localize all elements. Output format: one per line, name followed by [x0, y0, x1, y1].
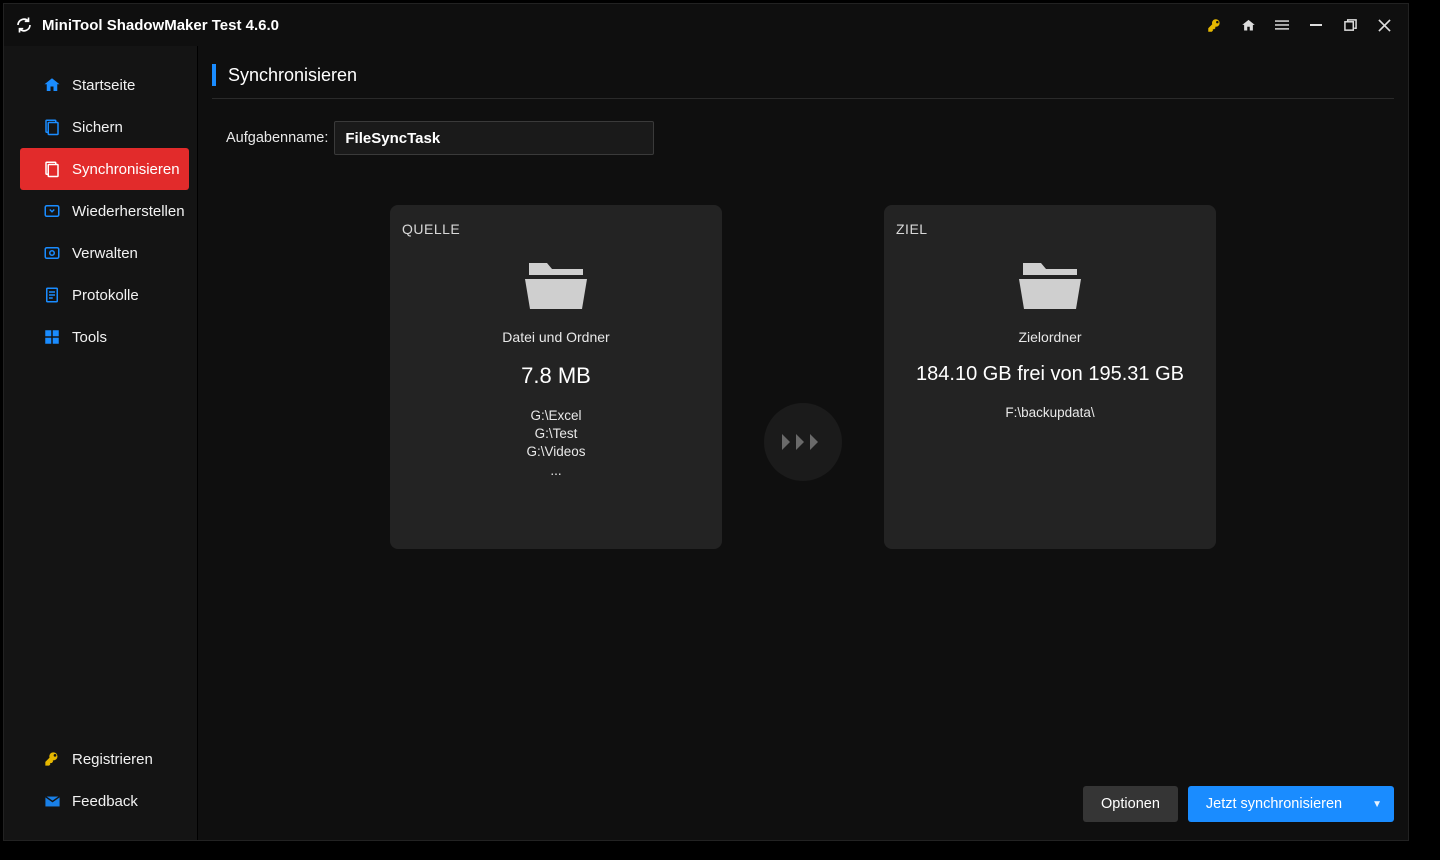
app-logo-icon — [14, 15, 34, 35]
sidebar-item-label: Sichern — [72, 119, 123, 136]
sidebar-feedback[interactable]: Feedback — [4, 780, 197, 822]
sync-icon — [42, 159, 62, 179]
sidebar-item-label: Synchronisieren — [72, 161, 180, 178]
target-free-space: 184.10 GB frei von 195.31 GB — [916, 363, 1184, 386]
app-window: MiniTool ShadowMaker Test 4.6.0 — [3, 3, 1409, 841]
source-path: G:\Excel — [526, 407, 585, 425]
open-folder-icon — [1015, 255, 1085, 315]
page-title: Synchronisieren — [228, 65, 357, 86]
app-title: MiniTool ShadowMaker Test 4.6.0 — [42, 17, 279, 34]
target-path: F:\backupdata\ — [1005, 404, 1094, 422]
source-path: G:\Videos — [526, 443, 585, 461]
sidebar-item-logs[interactable]: Protokolle — [4, 274, 197, 316]
sidebar-item-label: Tools — [72, 329, 107, 346]
page-header: Synchronisieren — [212, 64, 1394, 99]
main-panel: Synchronisieren Aufgabenname: QUELLE — [198, 46, 1408, 840]
sync-now-button-label: Jetzt synchronisieren — [1206, 796, 1342, 812]
sidebar-register-label: Registrieren — [72, 751, 153, 768]
source-size: 7.8 MB — [521, 363, 591, 389]
sidebar-item-manage[interactable]: Verwalten — [4, 232, 197, 274]
sidebar-item-sync[interactable]: Synchronisieren — [20, 148, 189, 190]
key-icon — [42, 749, 62, 769]
options-button-label: Optionen — [1101, 796, 1160, 812]
sidebar-item-home[interactable]: Startseite — [4, 64, 197, 106]
sidebar-item-label: Startseite — [72, 77, 135, 94]
source-paths: G:\Excel G:\Test G:\Videos ... — [526, 407, 585, 480]
options-button[interactable]: Optionen — [1083, 786, 1178, 822]
window-minimize-button[interactable] — [1302, 11, 1330, 39]
sidebar-item-backup[interactable]: Sichern — [4, 106, 197, 148]
sidebar-item-label: Verwalten — [72, 245, 138, 262]
sidebar-feedback-label: Feedback — [72, 793, 138, 810]
cards-row: QUELLE Datei und Ordner 7.8 MB G:\Excel … — [212, 205, 1394, 549]
footer-actions: Optionen Jetzt synchronisieren ▼ — [212, 782, 1394, 826]
source-card[interactable]: QUELLE Datei und Ordner 7.8 MB G:\Excel … — [390, 205, 722, 549]
home-icon — [42, 75, 62, 95]
page-header-accent — [212, 64, 216, 86]
sidebar-item-label: Protokolle — [72, 287, 139, 304]
source-subtitle: Datei und Ordner — [502, 329, 609, 345]
target-subtitle: Zielordner — [1018, 329, 1081, 345]
window-close-button[interactable] — [1370, 11, 1398, 39]
target-heading: ZIEL — [896, 221, 928, 237]
manage-icon — [42, 243, 62, 263]
target-card[interactable]: ZIEL Zielordner 184.10 GB frei von 195.3… — [884, 205, 1216, 549]
mail-icon — [42, 791, 62, 811]
sidebar-item-label: Wiederherstellen — [72, 203, 185, 220]
titlebar-key-icon[interactable] — [1200, 11, 1228, 39]
sidebar: Startseite Sichern Synchronisieren Wiede… — [4, 46, 198, 840]
open-folder-icon — [521, 255, 591, 315]
task-name-label: Aufgabenname: — [226, 130, 328, 146]
logs-icon — [42, 285, 62, 305]
source-path-more: ... — [526, 462, 585, 480]
titlebar-home-icon[interactable] — [1234, 11, 1262, 39]
backup-icon — [42, 117, 62, 137]
sidebar-register[interactable]: Registrieren — [4, 738, 197, 780]
arrows-right-icon — [764, 403, 842, 481]
source-heading: QUELLE — [402, 221, 460, 237]
sync-now-button[interactable]: Jetzt synchronisieren ▼ — [1188, 786, 1394, 822]
restore-icon — [42, 201, 62, 221]
window-maximize-button[interactable] — [1336, 11, 1364, 39]
task-name-row: Aufgabenname: — [212, 121, 1394, 155]
sidebar-bottom: Registrieren Feedback — [4, 738, 197, 840]
sidebar-item-tools[interactable]: Tools — [4, 316, 197, 358]
sidebar-item-restore[interactable]: Wiederherstellen — [4, 190, 197, 232]
source-path: G:\Test — [526, 425, 585, 443]
caret-down-icon: ▼ — [1372, 799, 1382, 810]
task-name-input[interactable] — [334, 121, 654, 155]
tools-icon — [42, 327, 62, 347]
titlebar-menu-icon[interactable] — [1268, 11, 1296, 39]
body: Startseite Sichern Synchronisieren Wiede… — [4, 46, 1408, 840]
title-bar: MiniTool ShadowMaker Test 4.6.0 — [4, 4, 1408, 46]
